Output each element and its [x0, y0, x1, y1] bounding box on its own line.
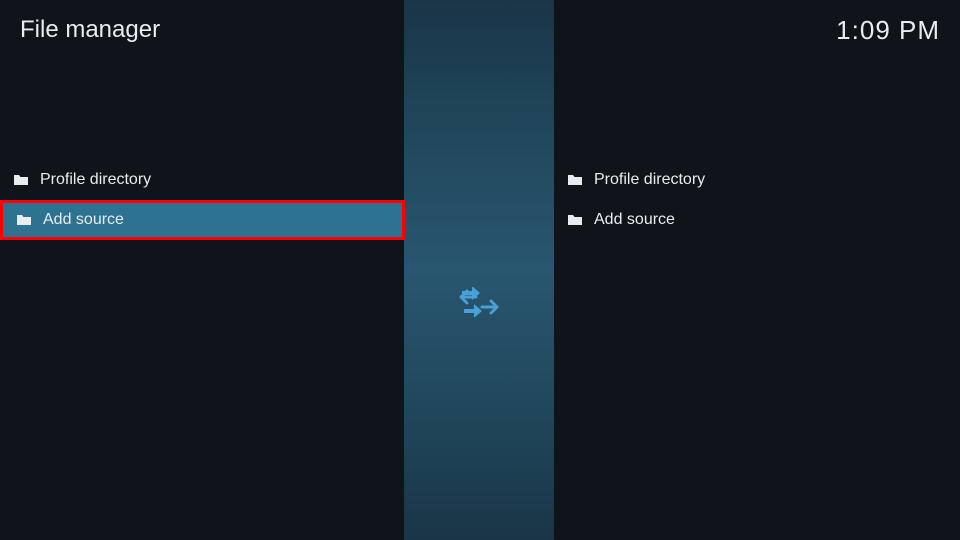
- list-item-profile-directory[interactable]: Profile directory: [0, 160, 405, 200]
- transfer-arrows-icon: [459, 287, 499, 317]
- folder-icon: [568, 214, 582, 226]
- list-item-add-source[interactable]: Add source: [554, 200, 959, 240]
- item-label: Add source: [43, 211, 124, 229]
- list-item-profile-directory[interactable]: Profile directory: [554, 160, 959, 200]
- item-label: Profile directory: [594, 171, 705, 189]
- folder-icon: [17, 214, 31, 226]
- item-label: Add source: [594, 211, 675, 229]
- center-divider: [404, 0, 554, 540]
- folder-icon: [568, 174, 582, 186]
- item-label: Profile directory: [40, 171, 151, 189]
- clock: 1:09 PM: [836, 15, 940, 46]
- list-item-add-source[interactable]: Add source: [0, 200, 405, 240]
- header: File manager 1:09 PM: [0, 0, 960, 60]
- folder-icon: [14, 174, 28, 186]
- left-file-panel: Profile directory Add source: [0, 160, 405, 240]
- page-title: File manager: [20, 16, 160, 44]
- right-file-panel: Profile directory Add source: [554, 160, 959, 240]
